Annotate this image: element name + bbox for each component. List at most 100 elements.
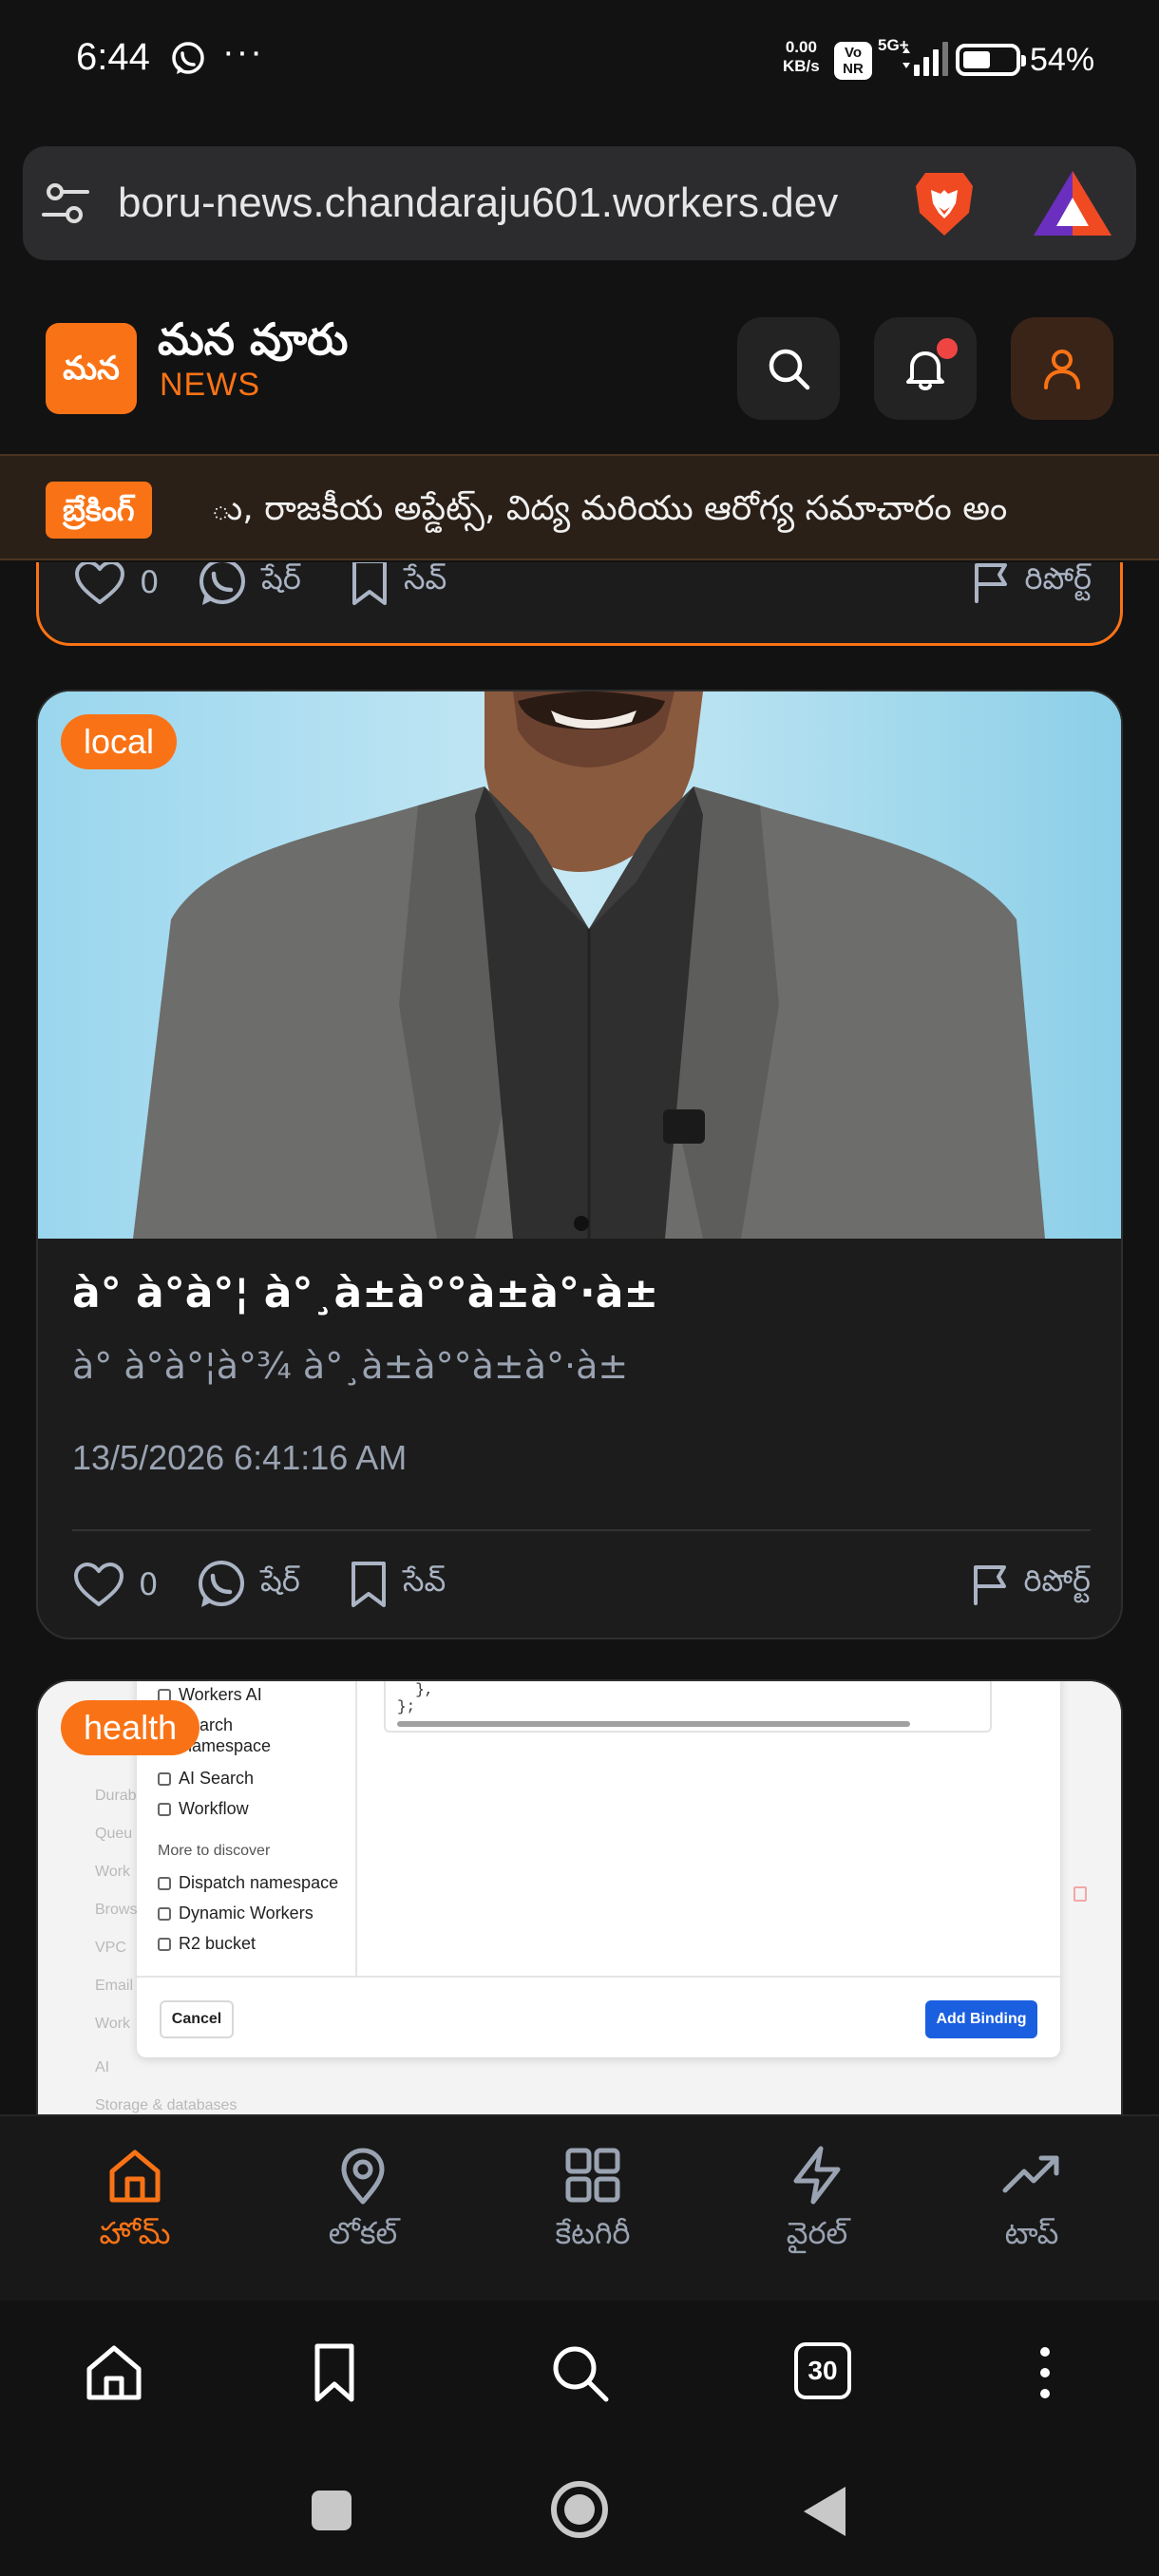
whatsapp-notification-icon (172, 42, 204, 74)
screenshot-section-title: More to discover (158, 1843, 271, 1859)
nav-label: లోకల్ (328, 2215, 398, 2251)
nav-home[interactable]: హోమ్ (40, 2145, 230, 2259)
user-icon (1044, 350, 1080, 389)
screenshot-item: AI Search (158, 1769, 254, 1789)
battery-fill (963, 51, 990, 68)
flag-icon (974, 1565, 1007, 1605)
browser-menu-icon[interactable] (1015, 2342, 1075, 2403)
screenshot-sidebar-item: VPC (95, 1940, 126, 1956)
system-home-button[interactable] (551, 2481, 608, 2538)
report-label: రిపోర్ట్ (1024, 562, 1092, 597)
screenshot-modal: Workers AI Search namespace AI Search Wo… (137, 1681, 1060, 2057)
brave-rewards-icon[interactable] (1030, 165, 1115, 241)
search-icon (769, 349, 810, 390)
report-button[interactable]: రిపోర్ట్ (973, 562, 1092, 620)
like-count: 0 (139, 1566, 159, 1602)
workflow-icon (158, 1802, 171, 1816)
like-button[interactable]: 0 (72, 1546, 158, 1622)
share-label: షేర్ (261, 562, 301, 597)
news-card[interactable]: local à° à°à°¦ à°¸à±à°°à±à°·à± à° à°à°¦à… (36, 690, 1123, 1639)
news-title[interactable]: à° à°à°¦ à°¸à±à°°à±à°·à± (72, 1269, 1089, 1317)
screenshot-modal-divider (137, 1976, 1060, 1978)
trending-up-icon (1002, 2155, 1059, 2193)
whatsapp-icon (199, 1561, 244, 1607)
vonr-badge: Vo NR (834, 42, 872, 80)
url-value: boru-news.chandaraju601.workers.dev (118, 180, 839, 226)
network-speed-unit: KB/s (783, 57, 820, 75)
nav-top[interactable]: టాప్ (937, 2145, 1127, 2259)
screenshot-item-label: AI Search (179, 1769, 255, 1788)
status-time: 6:44 (76, 36, 150, 78)
news-feed[interactable]: 0 షేర్ సేవ్ రిపోర్ట్ local à° à°à°¦ à°¸à… (0, 562, 1159, 2114)
whatsapp-icon (200, 562, 245, 605)
profile-button[interactable] (1011, 317, 1113, 420)
browser-address-bar[interactable]: boru-news.chandaraju601.workers.dev (23, 146, 1136, 260)
screenshot-item-label: Dynamic Workers (179, 1904, 314, 1923)
system-back-button[interactable] (804, 2487, 846, 2536)
home-icon (109, 2150, 161, 2203)
news-image[interactable]: Durab Queu Work Brows VPC Email Work AI … (38, 1681, 1121, 2114)
code-scrollbar (397, 1721, 910, 1727)
news-image[interactable] (38, 691, 1121, 1239)
nav-label: హోమ్ (99, 2215, 171, 2251)
screenshot-sidebar-item: Durab (95, 1788, 137, 1804)
screenshot-cancel-button: Cancel (160, 2000, 234, 2038)
notifications-button[interactable] (874, 317, 977, 420)
save-label: సేవ్ (403, 1563, 446, 1599)
news-card[interactable]: Durab Queu Work Brows VPC Email Work AI … (36, 1679, 1123, 2114)
search-button[interactable] (737, 317, 840, 420)
like-button[interactable]: 0 (73, 562, 159, 620)
app-logo[interactable]: మన (46, 323, 137, 414)
save-button[interactable]: సేవ్ (348, 1546, 446, 1622)
browser-search-icon[interactable] (549, 2342, 610, 2403)
nav-local[interactable]: లోకల్ (268, 2145, 458, 2259)
site-settings-icon[interactable] (42, 182, 89, 226)
heart-icon (75, 562, 124, 604)
document-icon (158, 1771, 171, 1786)
map-pin-icon (341, 2148, 385, 2205)
breaking-news-ticker: బ్రేకింగ్ ు, రాజకీయ అప్డేట్స్, విద్య మరి… (0, 454, 1159, 560)
whatsapp-share-button[interactable]: షేర్ (194, 1546, 300, 1622)
card-actions: 0 షేర్ సేవ్ రిపోర్ట్ (72, 1546, 1091, 1622)
brave-shields-icon[interactable] (906, 165, 982, 241)
nav-viral[interactable]: వైరల్ (722, 2145, 912, 2259)
bookmark-icon (352, 562, 387, 605)
screenshot-sidebar-item: Work (95, 1864, 131, 1880)
browser-home-icon[interactable] (84, 2342, 144, 2403)
screenshot-sidebar-item: Email (95, 1978, 134, 1994)
screenshot-sidebar-item: Brows (95, 1902, 138, 1918)
save-button[interactable]: సేవ్ (349, 562, 446, 620)
screenshot-item: R2 bucket (158, 1934, 256, 1954)
notification-dot (937, 338, 958, 359)
grid-icon (565, 2148, 620, 2203)
screenshot-item-label: Workflow (179, 1799, 249, 1818)
screenshot-sidebar-item: Storage & databases (95, 2097, 238, 2113)
screenshot-code-block: }, }; (384, 1681, 992, 1733)
screenshot-item: Dispatch namespace (158, 1873, 338, 1893)
network-speed: 0.00 KB/s (783, 38, 820, 76)
ticker-text[interactable]: ు, రాజకీయ అప్డేట్స్, విద్య మరియు ఆరోగ్య … (211, 479, 1123, 540)
browser-bookmark-icon[interactable] (304, 2342, 365, 2403)
status-bar: 6:44 ··· 0.00 KB/s Vo NR 5G+ 54% (0, 0, 1159, 123)
database-icon (158, 1937, 171, 1951)
category-badge[interactable]: health (61, 1700, 200, 1755)
browser-toolbar: 30 (0, 2301, 1159, 2445)
news-card[interactable]: 0 షేర్ సేవ్ రిపోర్ట్ (36, 562, 1123, 646)
save-label: సేవ్ (404, 562, 447, 597)
app-subtitle: NEWS (160, 367, 260, 403)
tabs-button[interactable]: 30 (794, 2342, 855, 2403)
app-header: మన మన వూరు NEWS (0, 285, 1159, 454)
category-badge[interactable]: local (61, 714, 178, 769)
recent-apps-button[interactable] (312, 2491, 352, 2530)
whatsapp-share-button[interactable]: షేర్ (195, 562, 301, 620)
url-text[interactable]: boru-news.chandaraju601.workers.dev (118, 173, 916, 234)
share-label: షేర్ (260, 1563, 300, 1599)
nav-category[interactable]: కేటగిరీ (498, 2145, 688, 2259)
heart-icon (74, 1563, 124, 1606)
report-button[interactable]: రిపోర్ట్ (972, 1546, 1091, 1622)
screenshot-add-binding-button: Add Binding (925, 2000, 1037, 2038)
screenshot-sidebar-item: Work (95, 2016, 131, 2032)
screenshot-sidebar-item: AI (95, 2059, 110, 2075)
trash-icon (1074, 1886, 1087, 1902)
flag-icon (975, 563, 1008, 603)
